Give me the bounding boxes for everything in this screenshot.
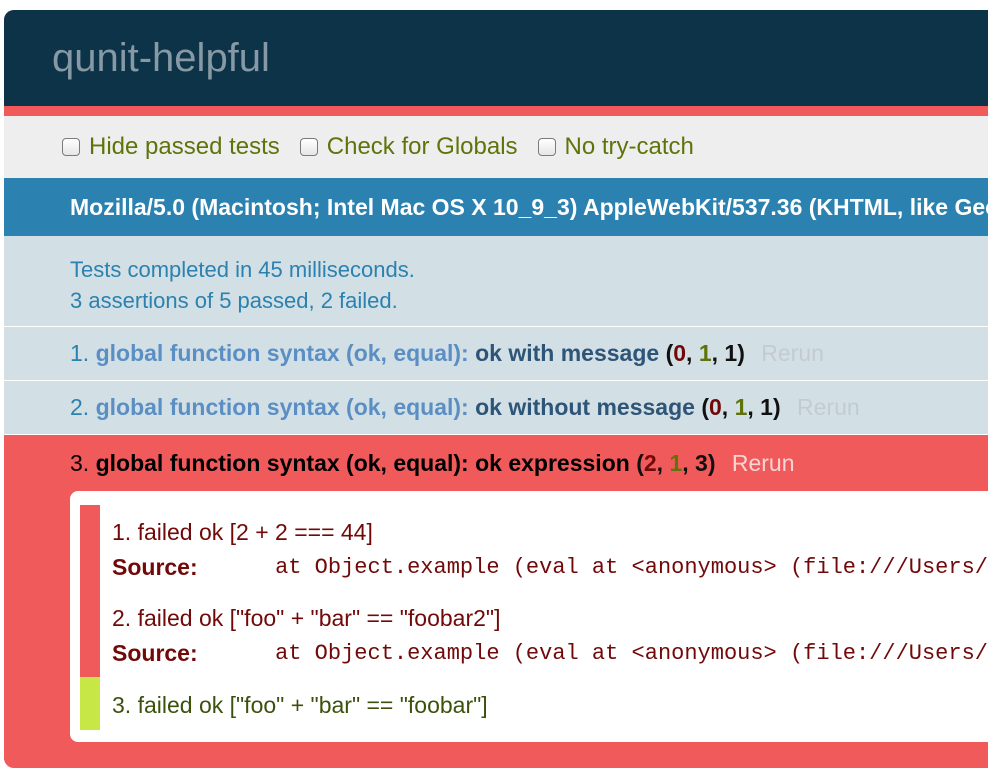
total-count: 3 (695, 450, 708, 476)
test-number: 2. (70, 394, 90, 420)
assertion-failed-2: 2. failed ok ["foo" + "bar" == "foobar2"… (80, 591, 988, 677)
assertion-list: 1. failed ok [2 + 2 === 44] Source: at O… (70, 491, 988, 742)
total-count: 1 (724, 340, 738, 366)
hide-passed-option[interactable]: Hide passed tests (62, 133, 280, 161)
assertion-source: Source: at Object.example (eval at <anon… (112, 633, 988, 673)
passed-count: 1 (698, 340, 712, 366)
assertion-message: 1. failed ok [2 + 2 === 44] (112, 519, 373, 545)
test-number: 1. (70, 340, 90, 366)
test-summary: Tests completed in 45 milliseconds. 3 as… (4, 236, 988, 327)
test-module-name[interactable]: global function syntax (ok, equal): (96, 394, 469, 420)
no-try-catch-checkbox[interactable] (537, 138, 556, 156)
qunit-page: qunit-helpful Hide passed tests Check fo… (4, 10, 988, 768)
source-trace: at Object.example (eval at <anonymous> (… (275, 640, 988, 666)
user-agent-bar: Mozilla/5.0 (Macintosh; Intel Mac OS X 1… (4, 178, 988, 236)
test-counts: (2, 1, 3) (636, 450, 716, 476)
test-number: 3. (70, 450, 90, 476)
assertion-message: 2. failed ok ["foo" + "bar" == "foobar2"… (112, 605, 501, 631)
rerun-link[interactable]: Rerun (761, 340, 824, 366)
summary-duration: Tests completed in 45 milliseconds. (70, 257, 415, 282)
passed-count: 1 (734, 394, 748, 420)
page-title[interactable]: qunit-helpful (4, 10, 988, 106)
total-count: 1 (760, 394, 773, 420)
passed-count: 1 (669, 450, 683, 476)
test-name[interactable]: ok with message (475, 340, 659, 366)
test-module-name[interactable]: global function syntax (ok, equal): (96, 340, 469, 366)
rerun-link[interactable]: Rerun (797, 394, 860, 420)
test-name[interactable]: ok expression (475, 450, 630, 476)
assertion-source: Source: at Object.example (eval at <anon… (112, 547, 988, 587)
no-try-catch-option[interactable]: No try-catch (537, 133, 694, 161)
check-globals-checkbox[interactable] (299, 138, 318, 156)
test-item-1[interactable]: 1. global function syntax (ok, equal): o… (4, 327, 988, 381)
check-globals-option[interactable]: Check for Globals (299, 133, 518, 161)
failed-test-header[interactable]: 3. global function syntax (ok, equal): o… (70, 435, 988, 491)
assertion-passed-3: 3. failed ok ["foo" + "bar" == "foobar"] (80, 677, 988, 730)
hide-passed-label[interactable]: Hide passed tests (89, 133, 280, 161)
failed-count: 0 (709, 394, 722, 420)
test-counts: (0, 1, 1) (701, 394, 781, 420)
failed-count: 0 (673, 340, 687, 366)
toolbar: Hide passed tests Check for Globals No t… (4, 116, 988, 178)
test-counts: (0, 1, 1) (665, 340, 745, 366)
failed-count: 2 (643, 450, 657, 476)
hide-passed-checkbox[interactable] (62, 138, 80, 156)
test-item-3: 3. global function syntax (ok, equal): o… (4, 435, 988, 760)
assertion-failed-1: 1. failed ok [2 + 2 === 44] Source: at O… (80, 505, 988, 591)
header-bar: qunit-helpful (4, 10, 988, 116)
source-label: Source: (112, 639, 198, 666)
summary-counts: 3 assertions of 5 passed, 2 failed. (70, 288, 398, 313)
assertion-message: 3. failed ok ["foo" + "bar" == "foobar"] (112, 692, 488, 718)
rerun-link[interactable]: Rerun (732, 450, 795, 476)
test-module-name[interactable]: global function syntax (ok, equal): (96, 450, 469, 476)
test-name[interactable]: ok without message (475, 394, 695, 420)
source-trace: at Object.example (eval at <anonymous> (… (275, 554, 988, 580)
source-label: Source: (112, 553, 198, 580)
no-try-catch-label[interactable]: No try-catch (565, 133, 694, 161)
test-item-2[interactable]: 2. global function syntax (ok, equal): o… (4, 381, 988, 435)
check-globals-label[interactable]: Check for Globals (327, 133, 518, 161)
